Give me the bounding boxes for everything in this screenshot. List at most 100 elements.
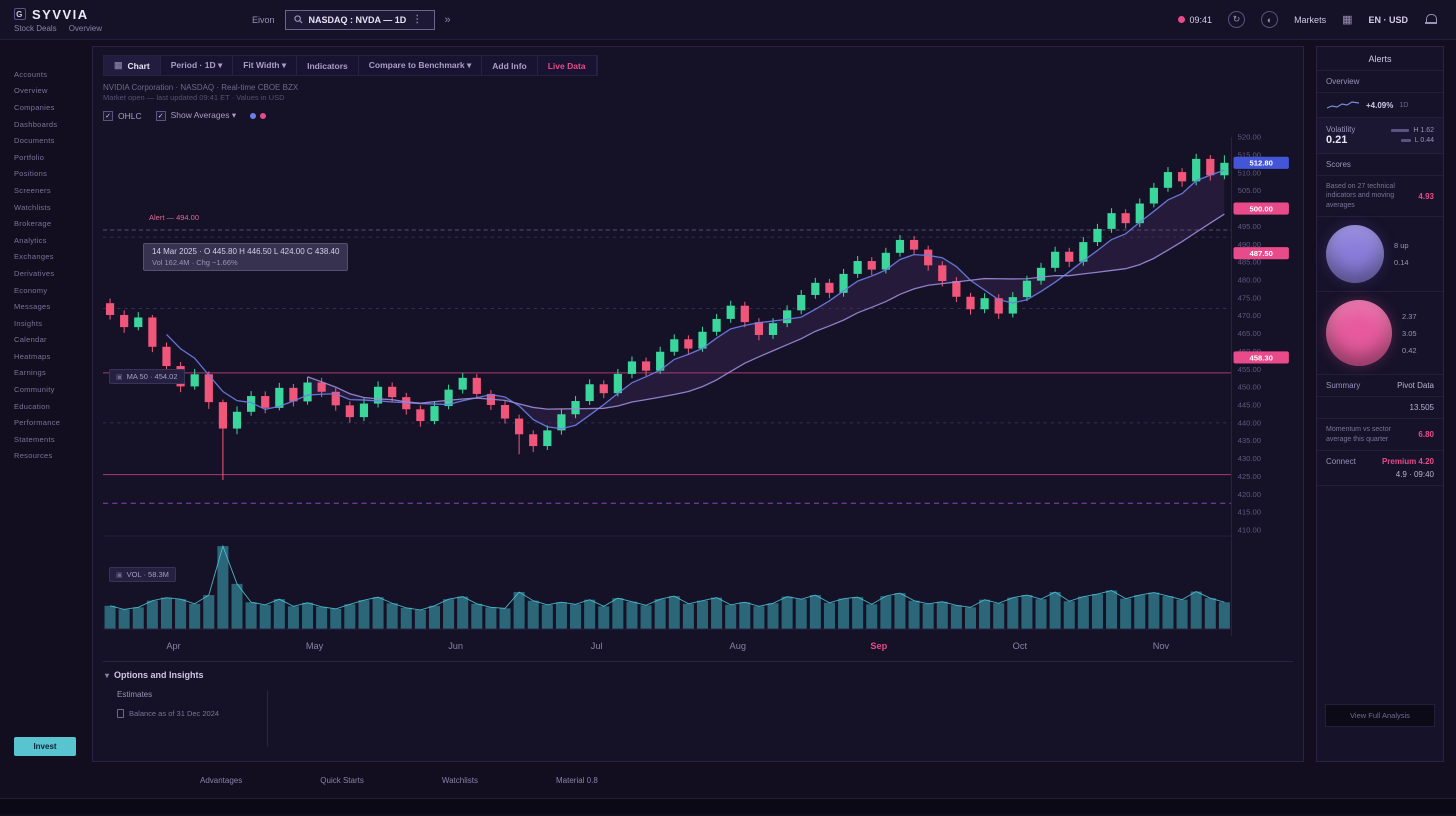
invest-button[interactable]: Invest: [14, 737, 76, 756]
locale-switcher[interactable]: EN · USD: [1368, 15, 1408, 25]
chart-tab[interactable]: Fit Width ▾: [233, 56, 297, 75]
chart-panel: ▦ChartPeriod · 1D ▾Fit Width ▾Indicators…: [92, 46, 1304, 762]
svg-text:470.00: 470.00: [1238, 311, 1261, 320]
symbol-menu-icon[interactable]: ⋮: [412, 14, 422, 25]
sidebar-item[interactable]: Companies: [14, 99, 76, 116]
sidebar-item[interactable]: Portfolio: [14, 149, 76, 166]
candlestick-chart[interactable]: AprMayJunJulAugSepOctNov410.00415.00420.…: [103, 127, 1293, 661]
context-label: Eivon: [252, 15, 275, 25]
sidebar-item[interactable]: Dashboards: [14, 116, 76, 133]
sidebar-item[interactable]: Exchanges: [14, 249, 76, 266]
momentum-row: Momentum vs sector average this quarter …: [1317, 419, 1443, 451]
insights-item-balance[interactable]: Balance as of 31 Dec 2024: [117, 709, 267, 718]
sidebar-item[interactable]: Screeners: [14, 182, 76, 199]
svg-text:512.80: 512.80: [1249, 159, 1272, 168]
svg-text:415.00: 415.00: [1238, 508, 1261, 517]
sidebar-item[interactable]: Brokerage: [14, 215, 76, 232]
bar-icon: [1391, 129, 1409, 132]
connect-sub: 4.9 · 09:40: [1396, 470, 1434, 479]
chart-tab[interactable]: Indicators: [297, 56, 359, 75]
ohlc-toggle[interactable]: ✓ OHLC: [103, 111, 142, 121]
svg-text:Sep: Sep: [870, 641, 887, 651]
ma-indicator-chip[interactable]: ▣MA 50 · 454.02: [109, 369, 185, 384]
sentiment-gauge[interactable]: [1326, 225, 1384, 283]
top-nav-item[interactable]: Overview: [69, 24, 102, 33]
chart-tab[interactable]: Compare to Benchmark ▾: [359, 56, 483, 75]
top-nav-item[interactable]: Stock Deals: [14, 24, 57, 33]
svg-text:445.00: 445.00: [1238, 401, 1261, 410]
collapse-icon[interactable]: »: [445, 14, 451, 26]
sidebar-item[interactable]: Calendar: [14, 332, 76, 349]
sidebar-item[interactable]: Derivatives: [14, 265, 76, 282]
averages-toggle[interactable]: ✓ Show Averages ▾: [156, 110, 237, 121]
momentum-gauge[interactable]: [1326, 300, 1392, 366]
checkbox-icon: ✓: [103, 111, 113, 121]
sidebar-item[interactable]: Watchlists: [14, 199, 76, 216]
notifications-bell-icon[interactable]: [1424, 13, 1438, 27]
refresh-icon[interactable]: ↻: [1228, 11, 1245, 28]
insights-item-estimates[interactable]: Estimates: [117, 690, 267, 699]
sidebar-item[interactable]: Accounts: [14, 66, 76, 83]
sidebar-item[interactable]: Economy: [14, 282, 76, 299]
svg-text:420.00: 420.00: [1238, 490, 1261, 499]
sidebar-item[interactable]: Documents: [14, 132, 76, 149]
symbol-search-input[interactable]: NASDAQ : NVDA — 1D ⋮: [285, 10, 435, 30]
logo-badge-icon: G: [14, 8, 26, 20]
markets-link[interactable]: Markets: [1294, 15, 1326, 25]
sidebar-item[interactable]: Positions: [14, 166, 76, 183]
volume-indicator-chip[interactable]: ▣VOL · 58.3M: [109, 567, 176, 582]
sidebar-item[interactable]: Education: [14, 398, 76, 415]
footer-link[interactable]: Advantages: [200, 776, 242, 785]
footer-link[interactable]: Material 0.8: [556, 776, 598, 785]
chart-tab[interactable]: ▦Chart: [104, 56, 161, 75]
svg-text:495.00: 495.00: [1238, 222, 1261, 231]
top-nav: Stock Deals Overview: [14, 24, 102, 33]
sidebar-item[interactable]: Earnings: [14, 365, 76, 382]
divider: [267, 690, 268, 746]
chart-tab[interactable]: Period · 1D ▾: [161, 56, 234, 75]
stats-box: Volatility 0.21 H 1.62 L 0.44: [1317, 118, 1443, 154]
svg-text:487.50: 487.50: [1249, 249, 1272, 258]
pivot-value: 13.505: [1410, 403, 1434, 412]
sparkline-icon: [1326, 99, 1360, 111]
summary-label: Summary: [1326, 381, 1360, 390]
svg-text:Jul: Jul: [591, 641, 603, 651]
sidebar-item[interactable]: Performance: [14, 414, 76, 431]
stats-label: Volatility: [1326, 125, 1355, 134]
rating-row: Based on 27 technical indicators and mov…: [1317, 176, 1443, 217]
svg-text:500.00: 500.00: [1249, 204, 1272, 213]
sidebar-item[interactable]: Overview: [14, 83, 76, 100]
tab-grid-icon: ▦: [114, 60, 123, 71]
sidebar-item[interactable]: Messages: [14, 298, 76, 315]
chart-subtitle: NVIDIA Corporation · NASDAQ · Real-time …: [103, 83, 1293, 92]
chart-tab[interactable]: Live Data: [538, 56, 597, 75]
stat-high: H 1.62: [1391, 127, 1434, 134]
svg-text:430.00: 430.00: [1238, 454, 1261, 463]
chevron-down-icon: ▾: [105, 671, 109, 680]
market-clock: 09:41: [1178, 15, 1213, 25]
footer-link[interactable]: Quick Starts: [320, 776, 364, 785]
footer-link[interactable]: Watchlists: [442, 776, 478, 785]
chart-tab[interactable]: Add Info: [482, 56, 537, 75]
sidebar-item[interactable]: Analytics: [14, 232, 76, 249]
app-logo: SYVVIA: [32, 7, 89, 22]
svg-text:465.00: 465.00: [1238, 329, 1261, 338]
apps-grid-icon[interactable]: ▦: [1342, 13, 1352, 26]
sidebar-item[interactable]: Statements: [14, 431, 76, 448]
insights-header[interactable]: ▾ Options and Insights: [105, 670, 1289, 680]
svg-text:458.30: 458.30: [1249, 353, 1272, 362]
bottom-strip: [0, 798, 1456, 814]
sidebar-item[interactable]: Community: [14, 381, 76, 398]
svg-text:May: May: [306, 641, 324, 651]
theme-toggle-icon[interactable]: ◐: [1261, 11, 1278, 28]
sidebar-item[interactable]: Heatmaps: [14, 348, 76, 365]
svg-text:475.00: 475.00: [1238, 293, 1261, 302]
svg-text:425.00: 425.00: [1238, 472, 1261, 481]
sidebar-item[interactable]: Resources: [14, 448, 76, 465]
top-bar: G SYVVIA Stock Deals Overview Eivon NASDA…: [0, 0, 1456, 40]
full-analysis-button[interactable]: View Full Analysis: [1325, 704, 1435, 727]
stat-low: L 0.44: [1401, 137, 1434, 144]
sidebar-item[interactable]: Insights: [14, 315, 76, 332]
gauge2-value-3: 0.42: [1402, 346, 1417, 355]
spark-row[interactable]: +4.09% 1D: [1317, 93, 1443, 118]
